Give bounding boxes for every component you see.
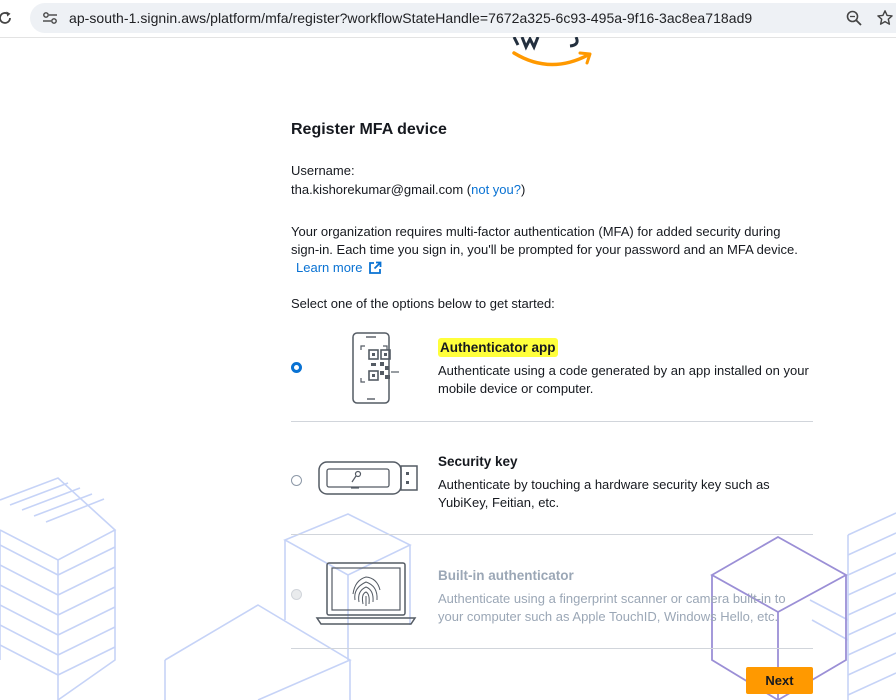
- learn-more-label[interactable]: Learn more: [296, 260, 362, 275]
- page-title: Register MFA device: [291, 121, 447, 138]
- option-divider: [291, 421, 813, 422]
- option-title-security-key: Security key: [438, 454, 518, 469]
- option-desc-security-key: Authenticate by touching a hardware secu…: [438, 477, 770, 510]
- not-you-link[interactable]: not you?: [471, 182, 521, 197]
- bookmark-star-icon[interactable]: [876, 9, 894, 27]
- username-line: tha.kishorekumar@gmail.com (not you?): [291, 182, 525, 197]
- aws-logo: [512, 37, 592, 67]
- reload-icon[interactable]: [0, 9, 14, 27]
- username-value: tha.kishorekumar@gmail.com: [291, 182, 464, 197]
- next-button[interactable]: Next: [746, 667, 813, 694]
- authenticator-app-highlight: Authenticator app: [438, 338, 558, 357]
- option-desc-authenticator-app: Authenticate using a code generated by a…: [438, 363, 809, 396]
- option-title-built-in-authenticator: Built-in authenticator: [438, 568, 574, 583]
- url-text[interactable]: ap-south-1.signin.aws/platform/mfa/regis…: [69, 10, 752, 26]
- radio-security-key[interactable]: [291, 475, 302, 486]
- username-label: Username:: [291, 163, 355, 178]
- option-built-in-authenticator[interactable]: Built-in authenticator Authenticate usin…: [291, 558, 813, 650]
- phone-qr-icon: [352, 332, 399, 404]
- usb-key-icon: [318, 461, 418, 495]
- option-authenticator-app[interactable]: Authenticator app Authenticate using a c…: [291, 330, 813, 422]
- option-security-key[interactable]: Security key Authenticate by touching a …: [291, 444, 813, 536]
- select-prompt: Select one of the options below to get s…: [291, 296, 555, 311]
- option-title-authenticator-app: Authenticator app: [438, 338, 558, 357]
- not-you-close-paren: ): [520, 182, 526, 197]
- radio-built-in-authenticator[interactable]: [291, 589, 302, 600]
- learn-more-link[interactable]: Learn more: [296, 260, 382, 275]
- external-link-icon[interactable]: [368, 261, 382, 275]
- address-bar[interactable]: ap-south-1.signin.aws/platform/mfa/regis…: [30, 3, 896, 33]
- option-desc-built-in-authenticator: Authenticate using a fingerprint scanner…: [438, 591, 786, 624]
- mfa-intro-text: Your organization requires multi-factor …: [291, 224, 798, 257]
- site-info-icon[interactable]: [42, 11, 58, 25]
- browser-toolbar: ap-south-1.signin.aws/platform/mfa/regis…: [0, 0, 896, 38]
- zoom-icon[interactable]: [845, 9, 863, 27]
- not-you-open-paren: (: [463, 182, 472, 197]
- option-divider: [291, 648, 813, 649]
- radio-authenticator-app[interactable]: [291, 362, 302, 373]
- laptop-fingerprint-icon: [315, 562, 417, 625]
- option-divider: [291, 534, 813, 535]
